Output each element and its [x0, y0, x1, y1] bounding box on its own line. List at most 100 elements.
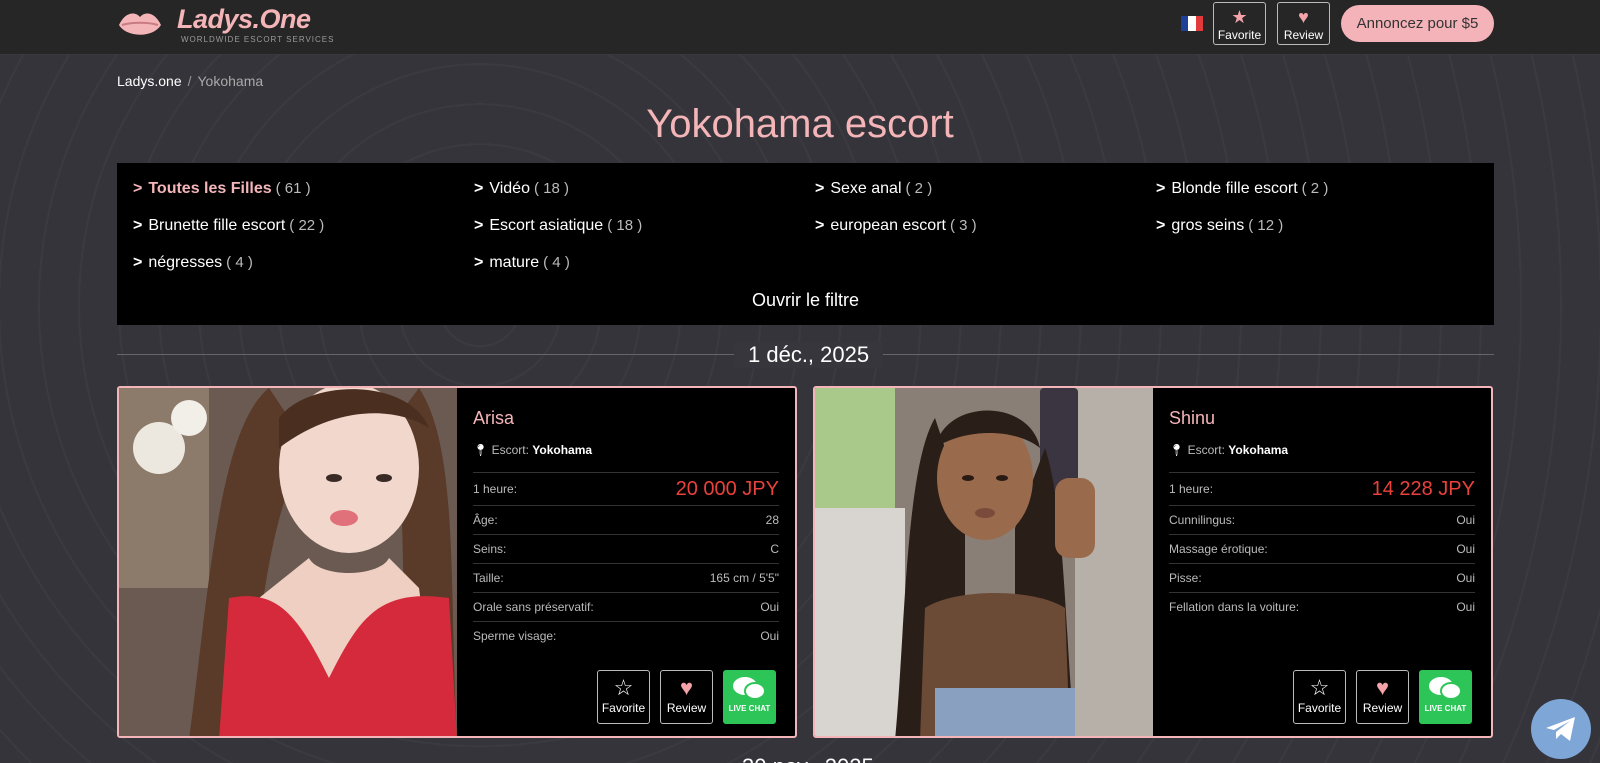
filter-mature[interactable]: > mature( 4 ) — [474, 254, 570, 272]
chevron-right-icon: > — [133, 254, 143, 271]
filter-ebony[interactable]: > négresses( 4 ) — [133, 254, 253, 272]
header-favorite-button[interactable]: ★ Favorite — [1213, 2, 1266, 45]
filter-count: ( 3 ) — [949, 217, 977, 234]
attribute-value: Oui — [1456, 600, 1475, 614]
attribute-row: Sperme visage: Oui — [473, 621, 779, 650]
filter-video[interactable]: > Vidéo( 18 ) — [474, 180, 569, 198]
attribute-value: 28 — [765, 513, 779, 527]
filter-count: ( 2 ) — [905, 180, 933, 197]
header-review-button[interactable]: ♥ Review — [1277, 2, 1330, 45]
site-logo[interactable]: Ladys.One WORLDWIDE ESCORT SERVICES — [117, 2, 337, 48]
filter-brunette[interactable]: > Brunette fille escort( 22 ) — [133, 217, 324, 235]
heart-icon: ♥ — [679, 675, 694, 700]
attribute-row: Massage érotique: Oui — [1169, 534, 1475, 563]
attribute-row: Âge: 28 — [473, 505, 779, 534]
breadcrumb-current: Yokohama — [197, 73, 264, 89]
chat-bubbles-icon — [1429, 677, 1462, 700]
location-pin-icon: 📍︎ — [473, 443, 489, 457]
attribute-row: Orale sans préservatif: Oui — [473, 592, 779, 621]
filter-count: ( 12 ) — [1248, 217, 1284, 234]
filter-label: Escort asiatique — [489, 217, 604, 234]
review-button[interactable]: ♥ Review — [660, 670, 713, 724]
favorite-label: Favorite — [601, 701, 646, 715]
live-chat-label: LIVE CHAT — [1424, 704, 1467, 713]
price-row: 1 heure: 14 228 JPY — [1169, 472, 1475, 505]
star-icon: ★ — [1231, 7, 1248, 27]
filter-label: european escort — [830, 217, 946, 234]
favorite-label: Favorite — [1217, 28, 1262, 42]
favorite-button[interactable]: ☆ Favorite — [597, 670, 650, 724]
profile-name[interactable]: Shinu — [1169, 408, 1215, 429]
filter-count: ( 2 ) — [1301, 180, 1329, 197]
heart-icon: ♥ — [1375, 675, 1390, 700]
star-icon: ☆ — [1309, 675, 1330, 700]
filter-asian[interactable]: > Escort asiatique( 18 ) — [474, 217, 642, 235]
filter-label: Blonde fille escort — [1171, 180, 1298, 197]
filter-label: Toutes les Filles — [148, 180, 272, 197]
filter-label: gros seins — [1171, 217, 1245, 234]
open-filter-button[interactable]: Ouvrir le filtre — [117, 290, 1494, 311]
attribute-label: Fellation dans la voiture: — [1169, 600, 1300, 614]
attribute-label: Cunnilingus: — [1169, 513, 1236, 527]
telegram-button[interactable] — [1531, 699, 1591, 759]
filter-big-breasts[interactable]: > gros seins( 12 ) — [1156, 217, 1283, 235]
filter-count: ( 22 ) — [289, 217, 325, 234]
price-value: 14 228 JPY — [1371, 477, 1475, 500]
attribute-value: Oui — [1456, 571, 1475, 585]
attribute-value: C — [770, 542, 779, 556]
profile-photo[interactable] — [815, 388, 1153, 736]
filter-label: Vidéo — [489, 180, 530, 197]
filter-european[interactable]: > european escort( 3 ) — [815, 217, 977, 235]
location-label: Escort: — [491, 443, 529, 457]
attribute-label: Orale sans préservatif: — [473, 600, 594, 614]
live-chat-button[interactable]: LIVE CHAT — [723, 670, 776, 724]
chevron-right-icon: > — [474, 217, 484, 234]
date-group-label: 1 déc., 2025 — [734, 342, 884, 368]
location-label: Escort: — [1187, 443, 1225, 457]
chat-bubbles-icon — [733, 677, 766, 700]
chevron-right-icon: > — [815, 180, 825, 197]
page-title: Yokohama escort — [646, 102, 954, 146]
france-flag-icon[interactable] — [1181, 16, 1203, 31]
profile-info: Arisa 📍︎ Escort: Yokohama 1 heure: 20 000… — [457, 388, 795, 736]
filter-count: ( 4 ) — [226, 254, 253, 271]
breadcrumb-home[interactable]: Ladys.one — [117, 73, 182, 89]
attribute-label: Âge: — [473, 513, 498, 527]
price-label: 1 heure: — [473, 482, 518, 496]
review-button[interactable]: ♥ Review — [1356, 670, 1409, 724]
filter-label: Brunette fille escort — [148, 217, 286, 234]
attribute-row: Pisse: Oui — [1169, 563, 1475, 592]
review-label: Review — [1283, 28, 1324, 42]
filter-blonde[interactable]: > Blonde fille escort( 2 ) — [1156, 180, 1328, 198]
live-chat-button[interactable]: LIVE CHAT — [1419, 670, 1472, 724]
filter-anal[interactable]: > Sexe anal( 2 ) — [815, 180, 932, 198]
star-icon: ☆ — [613, 675, 634, 700]
attribute-label: Massage érotique: — [1169, 542, 1268, 556]
chevron-right-icon: > — [133, 180, 143, 197]
chevron-right-icon: > — [474, 180, 484, 197]
announce-button[interactable]: Annoncez pour $5 — [1341, 5, 1494, 42]
profile-card[interactable]: Arisa 📍︎ Escort: Yokohama 1 heure: 20 000… — [117, 386, 797, 738]
profile-photo[interactable] — [119, 388, 457, 736]
attribute-value: 165 cm / 5'5" — [709, 571, 779, 585]
next-date-group-label: 30 nov., 2025 — [742, 754, 874, 763]
attribute-label: Pisse: — [1169, 571, 1202, 585]
attribute-label: Sperme visage: — [473, 629, 557, 643]
chevron-right-icon: > — [474, 254, 484, 271]
favorite-button[interactable]: ☆ Favorite — [1293, 670, 1346, 724]
attribute-label: Seins: — [473, 542, 507, 556]
profile-name[interactable]: Arisa — [473, 408, 514, 429]
location-city: Yokohama — [1228, 443, 1289, 457]
profile-info: Shinu 📍︎ Escort: Yokohama 1 heure: 14 228… — [1153, 388, 1491, 736]
filter-count: ( 18 ) — [533, 180, 569, 197]
filter-label: mature — [489, 254, 540, 271]
attribute-row: Seins: C — [473, 534, 779, 563]
breadcrumb: Ladys.one / Yokohama — [117, 73, 263, 89]
profile-card[interactable]: Shinu 📍︎ Escort: Yokohama 1 heure: 14 228… — [813, 386, 1493, 738]
filter-count: ( 18 ) — [607, 217, 643, 234]
breadcrumb-separator: / — [187, 73, 192, 89]
filter-all-girls[interactable]: > Toutes les Filles( 61 ) — [133, 180, 311, 198]
profile-location: 📍︎ Escort: Yokohama — [1169, 443, 1288, 457]
telegram-icon — [1546, 717, 1575, 741]
review-label: Review — [1362, 701, 1403, 715]
